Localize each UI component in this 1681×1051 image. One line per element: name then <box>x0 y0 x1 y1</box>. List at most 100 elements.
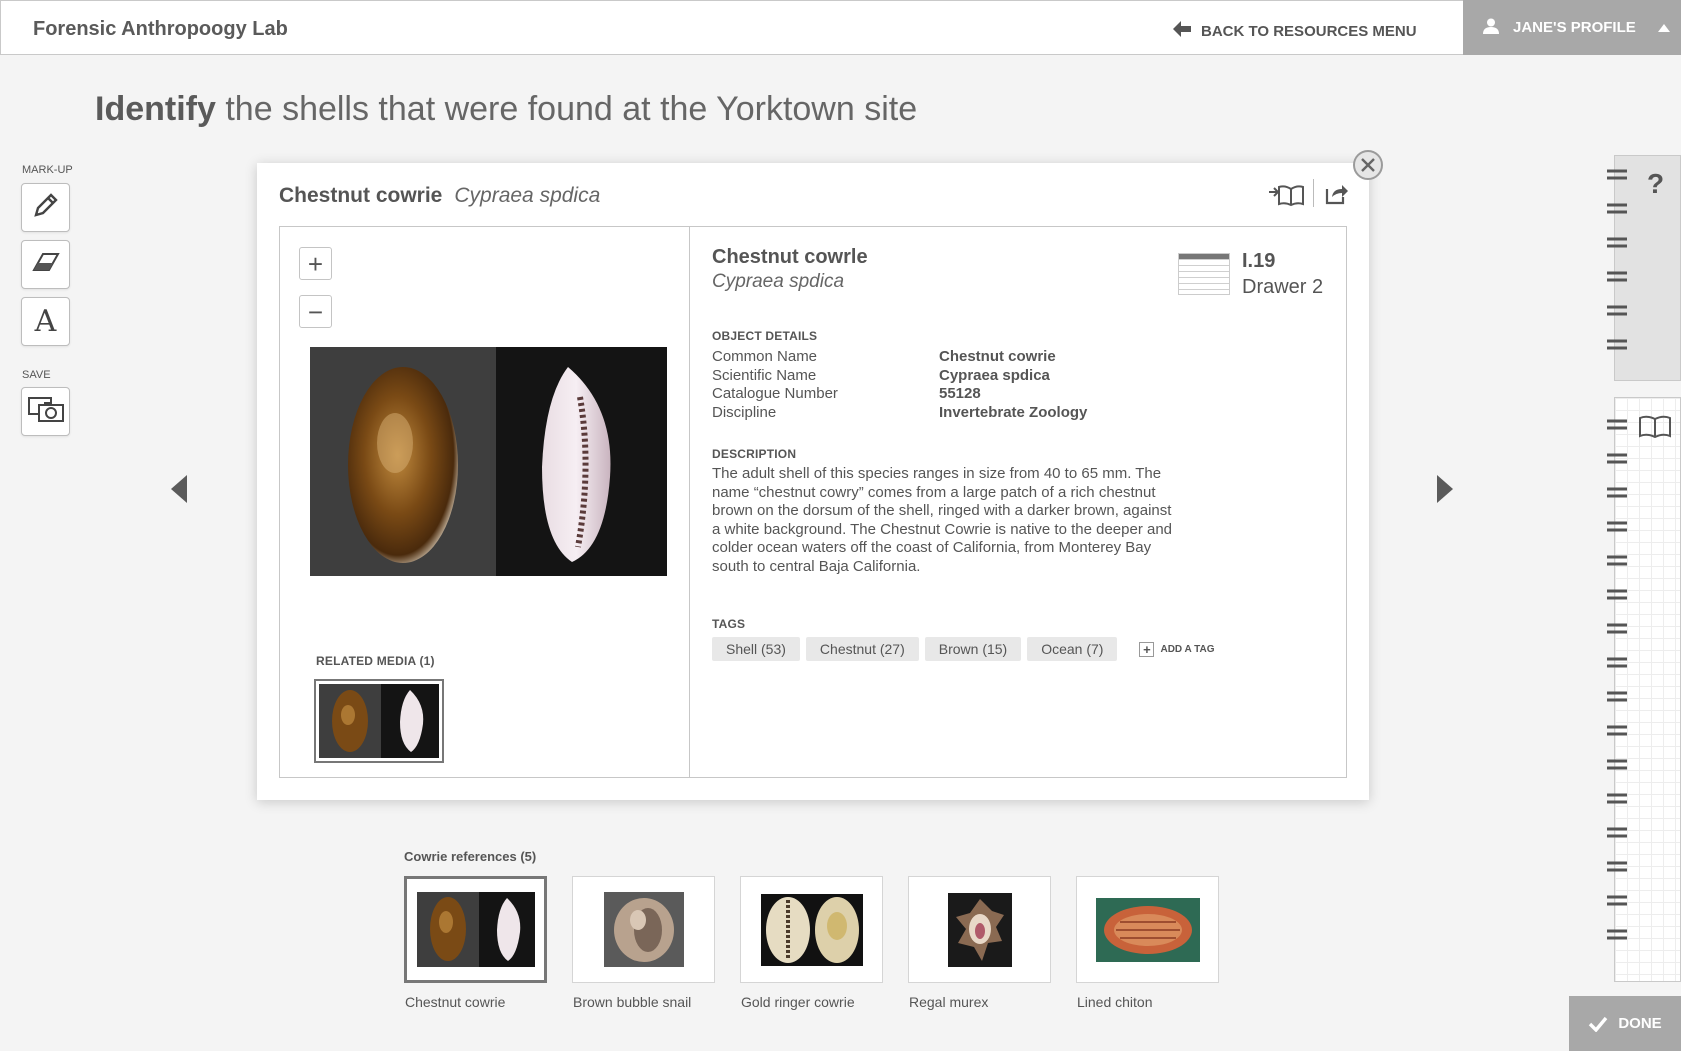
app-title: Forensic Anthropoogy Lab <box>33 18 288 40</box>
location-drawer: Drawer 2 <box>1242 276 1324 298</box>
snapshot-save-button[interactable] <box>21 387 70 436</box>
field-value: Chestnut cowrie <box>939 348 1056 365</box>
modal-title: Chestnut cowrie Cypraea spdica <box>279 184 600 208</box>
related-media-thumbnail[interactable] <box>314 679 444 763</box>
check-icon <box>1589 1016 1608 1032</box>
help-panel-rings <box>1607 169 1627 350</box>
specimen-image[interactable] <box>310 347 667 576</box>
description-line: colder ocean waters off the coast of Cal… <box>712 539 1152 556</box>
profile-menu-button[interactable]: JANE'S PROFILE <box>1463 0 1681 55</box>
book-icon <box>1639 415 1671 439</box>
plus-icon: + <box>1139 641 1155 657</box>
description-line: a white background. The Chestnut Cowrie … <box>712 520 1173 538</box>
reference-card-regal-murex[interactable] <box>908 876 1051 983</box>
detail-values: Chestnut cowrie Cypraea spdica 55128 Inv… <box>939 348 1259 422</box>
toolbar-divider <box>1313 179 1314 207</box>
page-title-verb: Identify <box>95 90 216 128</box>
chevron-left-icon <box>171 475 187 503</box>
location-code: I.19 <box>1242 250 1276 272</box>
detail-scientific-name: Cypraea spdica <box>712 271 845 292</box>
reference-thumbnail <box>603 892 684 967</box>
field-label: Catalogue Number <box>712 385 838 402</box>
tag-chip[interactable]: Ocean (7) <box>1027 637 1118 661</box>
close-modal-button[interactable] <box>1353 150 1383 180</box>
text-tool-icon: A <box>34 304 57 339</box>
share-icon <box>1325 185 1348 205</box>
previous-arrow-button[interactable] <box>171 475 187 508</box>
zoom-out-button[interactable]: − <box>299 295 332 328</box>
reference-thumbnail <box>760 893 863 966</box>
specimen-detail-modal: Chestnut cowrie Cypraea spdica + − RELAT… <box>257 163 1369 800</box>
add-to-notebook-button[interactable] <box>1269 183 1305 212</box>
detail-labels: Common Name Scientific Name Catalogue Nu… <box>712 348 932 422</box>
modal-body: + − RELATED MEDIA (1) Chestnut cowrle Cy… <box>279 226 1347 778</box>
references-title: Cowrie references (5) <box>404 849 537 864</box>
reference-label: Lined chiton <box>1077 994 1153 1010</box>
reference-card-chestnut-cowrie[interactable] <box>404 876 547 983</box>
pencil-tool-button[interactable] <box>21 183 70 232</box>
chevron-right-icon <box>1437 475 1453 503</box>
zoom-in-button[interactable]: + <box>299 247 332 280</box>
add-tag-button[interactable]: + ADD A TAG <box>1139 641 1215 657</box>
camera-icon <box>27 395 65 428</box>
chevron-up-icon <box>1657 19 1670 36</box>
field-label: Scientific Name <box>712 366 817 384</box>
tag-list: Shell (53) Chestnut (27) Brown (15) Ocea… <box>712 637 1215 661</box>
reference-label: Brown bubble snail <box>573 994 692 1010</box>
field-value: Invertebrate Zoology <box>939 403 1088 421</box>
markup-label: MARK-UP <box>22 164 73 176</box>
next-arrow-button[interactable] <box>1437 475 1453 508</box>
description-line: The adult shell of this species ranges i… <box>712 465 1162 482</box>
description-line: brown on the dorsum of the shell, ringed… <box>712 502 1172 519</box>
description-heading: DESCRIPTION <box>712 447 797 461</box>
modal-title-common-name: Chestnut cowrie <box>279 184 443 207</box>
arrow-left-icon <box>1173 21 1191 41</box>
reference-thumbnail <box>947 892 1012 967</box>
reference-label: Regal murex <box>909 994 989 1010</box>
book-icon <box>1269 185 1304 207</box>
tag-chip[interactable]: Chestnut (27) <box>805 637 919 661</box>
help-icon: ? <box>1647 168 1665 199</box>
tag-chip[interactable]: Brown (15) <box>924 637 1022 661</box>
profile-label: JANE'S PROFILE <box>1513 19 1636 36</box>
notebook-rings <box>1607 419 1627 940</box>
eraser-tool-button[interactable] <box>21 240 70 289</box>
modal-title-scientific-name: Cypraea spdica <box>454 184 601 207</box>
media-viewer: + − RELATED MEDIA (1) <box>280 227 690 777</box>
share-button[interactable] <box>1325 181 1349 210</box>
app-header: Forensic Anthropoogy Lab BACK TO RESOURC… <box>0 0 1681 55</box>
page-title-rest: the shells that were found at the Yorkto… <box>215 90 918 128</box>
field-label: Common Name <box>712 348 818 365</box>
description-line: name “chestnut cowry” comes from a large… <box>712 483 1156 501</box>
back-to-resources-button[interactable]: BACK TO RESOURCES MENU <box>1173 21 1417 41</box>
field-value: 55128 <box>939 385 981 402</box>
back-label: BACK TO RESOURCES MENU <box>1201 22 1417 40</box>
related-media-label: RELATED MEDIA (1) <box>316 654 435 668</box>
object-details-heading: OBJECT DETAILS <box>712 329 818 343</box>
notebook-open-button[interactable] <box>1639 414 1671 443</box>
field-label: Discipline <box>712 403 777 421</box>
reference-label: Chestnut cowrie <box>405 994 506 1010</box>
done-button[interactable]: DONE <box>1569 996 1681 1051</box>
reference-thumbnail <box>1095 897 1200 962</box>
description-line: south to central Baja California. <box>712 557 921 575</box>
detail-common-name: Chestnut cowrle <box>712 246 868 268</box>
drawer-icon <box>1178 253 1230 295</box>
reference-card-lined-chiton[interactable] <box>1076 876 1219 983</box>
user-icon <box>1483 18 1499 38</box>
tag-chip[interactable]: Shell (53) <box>712 637 800 661</box>
description-text: The adult shell of this species ranges i… <box>712 465 1212 576</box>
done-label: DONE <box>1618 1015 1662 1032</box>
eraser-icon <box>31 250 60 279</box>
save-label: SAVE <box>22 369 51 381</box>
add-tag-label: ADD A TAG <box>1160 643 1215 655</box>
reference-label: Gold ringer cowrie <box>741 994 855 1010</box>
reference-thumbnail <box>416 892 535 967</box>
close-icon <box>1361 158 1375 172</box>
pencil-icon <box>32 191 60 224</box>
tags-heading: TAGS <box>712 617 746 631</box>
text-tool-button[interactable]: A <box>21 297 70 346</box>
reference-card-gold-ringer-cowrie[interactable] <box>740 876 883 983</box>
page-title: Identify the shells that were found at t… <box>95 90 917 129</box>
reference-card-brown-bubble-snail[interactable] <box>572 876 715 983</box>
